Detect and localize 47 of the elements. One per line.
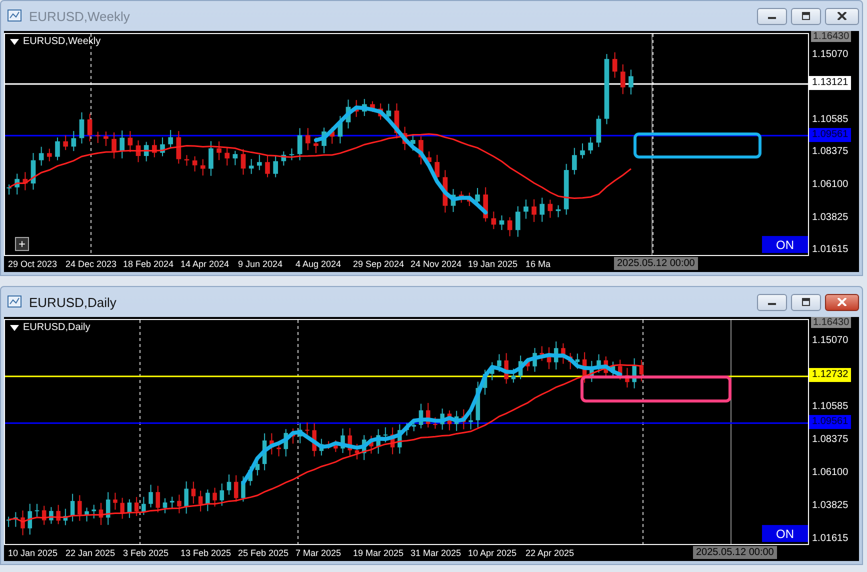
- price-tag: 1.09561: [809, 415, 852, 430]
- date-label: 29 Oct 2023: [8, 258, 58, 271]
- date-label: 9 Jun 2024: [238, 258, 284, 271]
- date-label: 24 Dec 2023: [66, 258, 118, 271]
- zoom-button[interactable]: +: [15, 237, 29, 251]
- price-label: 1.03825: [812, 210, 848, 225]
- price-tag: 1.13121: [809, 76, 852, 90]
- on-button[interactable]: ON: [762, 525, 808, 542]
- chart-symbol-label: EURUSD,Weekly: [23, 36, 101, 47]
- date-label: 7 Mar 2025: [296, 547, 342, 560]
- crosshair-time-tag: 2025.05.12 00:00: [614, 257, 698, 270]
- price-scale-max: 1.16430: [811, 317, 852, 328]
- price-label: 1.15070: [812, 334, 848, 348]
- price-label: 1.08375: [812, 432, 848, 447]
- date-label: 14 Apr 2024: [180, 258, 230, 271]
- date-label: 19 Jan 2025: [468, 258, 519, 271]
- price-label: 1.08375: [812, 144, 848, 159]
- chart-symbol-label: EURUSD,Daily: [23, 322, 90, 333]
- window-title: EURUSD,Weekly: [29, 8, 130, 24]
- price-label: 1.15070: [812, 48, 848, 62]
- date-label: 4 Aug 2024: [296, 258, 342, 271]
- date-label: 22 Apr 2025: [526, 547, 576, 560]
- date-label: 13 Feb 2025: [180, 547, 232, 560]
- date-label: 31 Mar 2025: [410, 547, 462, 560]
- price-tag: 1.09561: [809, 128, 852, 142]
- price-scale-max: 1.16430: [811, 31, 852, 42]
- price-label: 1.10585: [812, 400, 848, 414]
- on-button[interactable]: ON: [762, 236, 808, 253]
- price-label: 1.01615: [812, 532, 848, 546]
- price-label: 1.03825: [812, 499, 848, 514]
- crosshair-time-tag: 2025.05.12 00:00: [693, 546, 777, 559]
- date-label: 16 Ma: [526, 258, 552, 271]
- date-label: 10 Jan 2025: [8, 547, 59, 560]
- window-title: EURUSD,Daily: [29, 294, 116, 310]
- date-label: 19 Mar 2025: [353, 547, 405, 560]
- date-label: 25 Feb 2025: [238, 547, 290, 560]
- price-label: 1.10585: [812, 112, 848, 127]
- date-label: 3 Feb 2025: [123, 547, 170, 560]
- date-label: 22 Jan 2025: [66, 547, 116, 560]
- price-label: 1.06100: [812, 178, 848, 192]
- price-tag: 1.12732: [809, 368, 852, 382]
- price-label: 1.06100: [812, 466, 848, 480]
- date-label: 18 Feb 2024: [123, 258, 175, 271]
- date-label: 24 Nov 2024: [410, 258, 463, 271]
- date-label: 10 Apr 2025: [468, 547, 518, 560]
- date-label: 29 Sep 2024: [353, 258, 406, 271]
- price-label: 1.01615: [812, 243, 848, 257]
